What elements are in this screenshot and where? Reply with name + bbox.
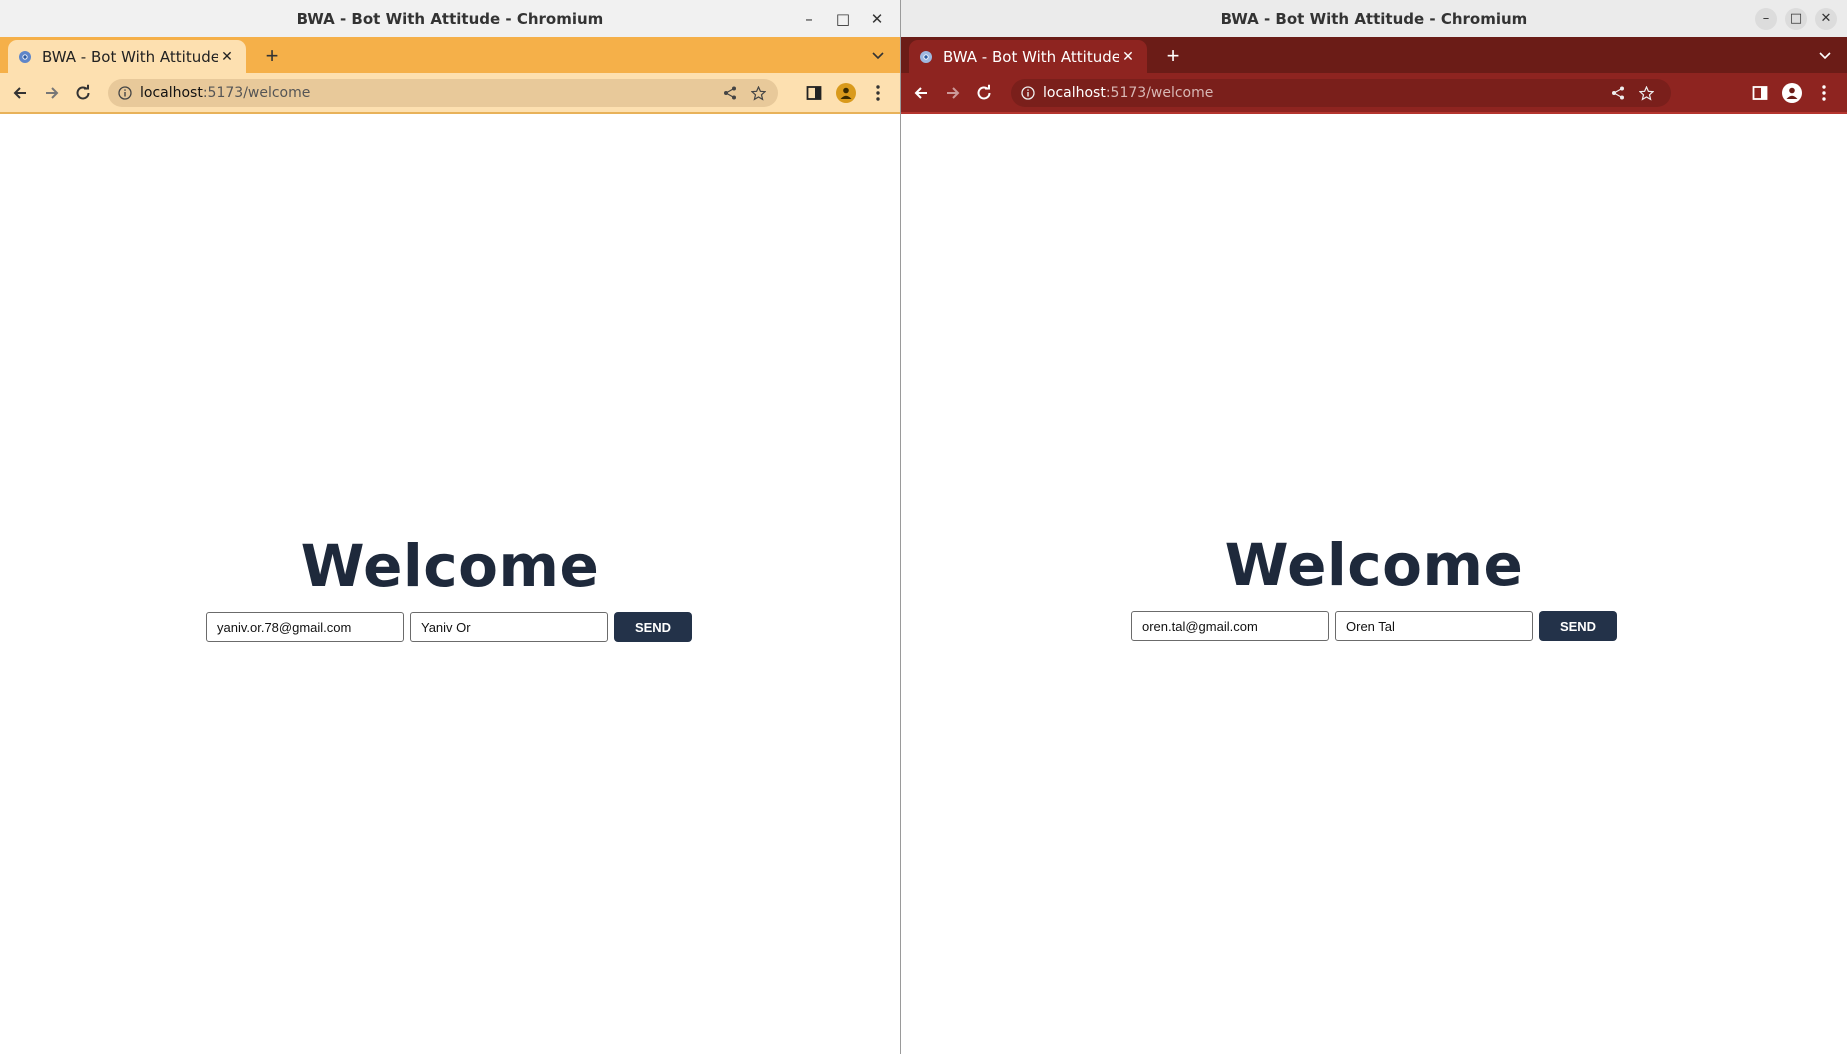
side-panel-icon[interactable] xyxy=(801,80,827,106)
window-title: BWA - Bot With Attitude - Chromium xyxy=(296,9,604,28)
plus-icon[interactable]: + xyxy=(1159,42,1187,70)
profile-icon[interactable] xyxy=(833,80,859,106)
url-host: localhost xyxy=(140,85,203,101)
chromium-favicon-icon xyxy=(920,50,932,63)
star-icon[interactable] xyxy=(751,86,766,101)
name-field[interactable] xyxy=(410,612,608,642)
maximize-icon[interactable]: □ xyxy=(830,6,856,32)
address-bar[interactable]: localhost:5173/welcome xyxy=(108,79,778,107)
profile-icon[interactable] xyxy=(1779,80,1805,106)
forward-arrow-icon[interactable] xyxy=(940,80,966,106)
title-bar: BWA - Bot With Attitude - Chromium – □ ✕ xyxy=(0,0,900,37)
url-path: :5173/welcome xyxy=(202,85,311,101)
welcome-heading: Welcome xyxy=(300,532,600,600)
reload-icon[interactable] xyxy=(971,80,997,106)
browser-window-left: BWA - Bot With Attitude - Chromium – □ ✕… xyxy=(0,0,900,1054)
info-icon[interactable] xyxy=(1021,86,1035,100)
minimize-icon[interactable]: – xyxy=(796,6,822,32)
chevron-down-icon[interactable] xyxy=(868,45,888,65)
tab-close-icon[interactable]: ✕ xyxy=(1119,49,1137,65)
window-title: BWA - Bot With Attitude - Chromium xyxy=(1220,9,1528,28)
toolbar: localhost:5173/welcome xyxy=(0,73,900,114)
plus-icon[interactable]: + xyxy=(258,42,286,70)
chevron-down-icon[interactable] xyxy=(1815,45,1835,65)
kebab-menu-icon[interactable] xyxy=(1811,80,1837,106)
url-host: localhost xyxy=(1043,85,1106,101)
send-button[interactable]: SEND xyxy=(614,612,692,642)
tab-strip: BWA - Bot With Attitude ✕ + xyxy=(0,37,900,73)
browser-window-right: BWA - Bot With Attitude - Chromium – □ ✕… xyxy=(900,0,1847,1054)
star-icon[interactable] xyxy=(1639,86,1654,101)
tab-title: BWA - Bot With Attitude xyxy=(42,47,218,66)
address-bar[interactable]: localhost:5173/welcome xyxy=(1011,79,1671,107)
name-field[interactable] xyxy=(1335,611,1533,641)
welcome-form: SEND xyxy=(901,611,1847,641)
close-icon[interactable]: ✕ xyxy=(1815,7,1837,30)
window-controls: – □ ✕ xyxy=(796,0,890,37)
reload-icon[interactable] xyxy=(70,80,96,106)
back-arrow-icon[interactable] xyxy=(908,80,934,106)
url-path: :5173/welcome xyxy=(1105,85,1214,101)
title-bar: BWA - Bot With Attitude - Chromium – □ ✕ xyxy=(901,0,1847,37)
browser-tab[interactable]: BWA - Bot With Attitude ✕ xyxy=(909,40,1147,73)
email-field[interactable] xyxy=(1131,611,1329,641)
minimize-icon[interactable]: – xyxy=(1755,7,1777,30)
chromium-favicon-icon xyxy=(19,50,31,63)
side-panel-icon[interactable] xyxy=(1747,80,1773,106)
tab-title: BWA - Bot With Attitude xyxy=(943,47,1119,66)
forward-arrow-icon[interactable] xyxy=(39,80,65,106)
back-arrow-icon[interactable] xyxy=(7,80,33,106)
email-field[interactable] xyxy=(206,612,404,642)
close-icon[interactable]: ✕ xyxy=(864,6,890,32)
maximize-icon[interactable]: □ xyxy=(1785,7,1807,30)
page-content: Welcome SEND xyxy=(0,114,900,1054)
toolbar: localhost:5173/welcome xyxy=(901,73,1847,114)
page-content: Welcome SEND xyxy=(901,114,1847,1054)
window-controls: – □ ✕ xyxy=(1755,0,1837,37)
share-icon[interactable] xyxy=(1611,86,1625,100)
tab-strip: BWA - Bot With Attitude ✕ + xyxy=(901,37,1847,73)
browser-tab[interactable]: BWA - Bot With Attitude ✕ xyxy=(8,40,246,73)
send-button[interactable]: SEND xyxy=(1539,611,1617,641)
share-icon[interactable] xyxy=(723,86,737,100)
welcome-heading: Welcome xyxy=(1224,531,1524,599)
welcome-form: SEND xyxy=(0,612,899,642)
info-icon[interactable] xyxy=(118,86,132,100)
kebab-menu-icon[interactable] xyxy=(865,80,891,106)
tab-close-icon[interactable]: ✕ xyxy=(218,49,236,65)
